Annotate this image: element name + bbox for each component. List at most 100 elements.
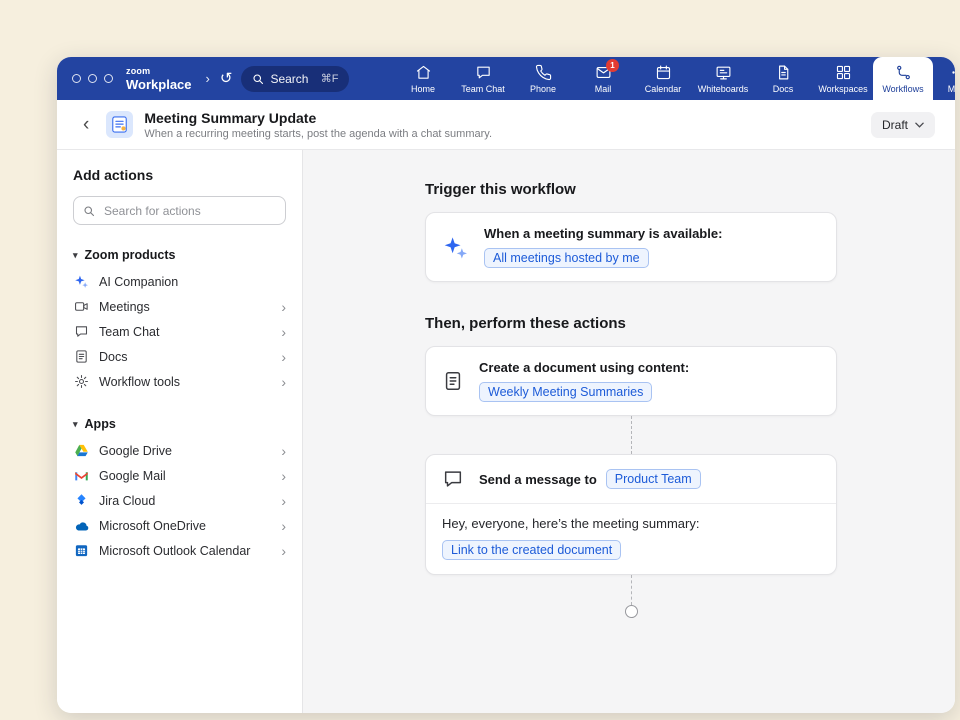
ai-sparkle-icon <box>442 234 469 261</box>
team-chat-icon <box>475 64 492 81</box>
sidebar-item-ai-companion[interactable]: AI Companion <box>73 269 286 294</box>
workflow-tools-icon <box>73 373 90 390</box>
action-card-create-document[interactable]: Create a document using content: Weekly … <box>425 346 837 416</box>
docs-icon <box>775 64 792 81</box>
chevron-right-icon: › <box>281 469 286 483</box>
trigger-scope-chip[interactable]: All meetings hosted by me <box>484 248 649 268</box>
flow-connector <box>631 416 632 454</box>
flow-connector <box>631 575 632 605</box>
caret-down-icon: ▾ <box>73 250 78 261</box>
chevron-right-icon: › <box>281 444 286 458</box>
docs-icon <box>73 348 90 365</box>
nav-item-workflows[interactable]: Workflows <box>873 57 933 100</box>
action-card-send-message[interactable]: Send a message to Product Team Hey, ever… <box>425 454 837 575</box>
sidebar-item-docs[interactable]: Docs › <box>73 344 286 369</box>
workflow-column: Trigger this workflow When a meeting sum… <box>425 150 837 618</box>
logo-workplace-text: Workplace <box>126 78 192 91</box>
message-link-chip[interactable]: Link to the created document <box>442 540 621 560</box>
nav-item-home[interactable]: Home <box>393 57 453 100</box>
onedrive-icon <box>73 517 90 534</box>
workspaces-icon <box>835 64 852 81</box>
zoom-workplace-logo: zoom Workplace <box>126 67 192 91</box>
workflow-canvas: Trigger this workflow When a meeting sum… <box>303 150 955 713</box>
add-step-node[interactable] <box>625 605 638 618</box>
history-icon[interactable]: ↺ <box>220 71 233 86</box>
caret-down-icon: ▾ <box>73 419 78 430</box>
section-header-apps[interactable]: ▾ Apps <box>73 414 286 438</box>
back-button[interactable]: ‹ <box>83 115 89 134</box>
jira-cloud-icon <box>73 492 90 509</box>
message-body-text: Hey, everyone, here’s the meeting summar… <box>442 516 820 531</box>
workflow-titles: Meeting Summary Update When a recurring … <box>144 110 492 140</box>
google-mail-icon <box>73 467 90 484</box>
chevron-right-icon: › <box>281 300 286 314</box>
search-icon <box>83 205 95 217</box>
sidebar-item-microsoft-outlook-calendar[interactable]: Microsoft Outlook Calendar › <box>73 538 286 563</box>
document-icon <box>442 370 464 392</box>
search-shortcut: ⌘F <box>321 72 339 85</box>
calendar-icon <box>655 64 672 81</box>
chevron-right-icon: › <box>281 375 286 389</box>
chevron-right-icon[interactable]: › <box>206 71 210 86</box>
sidebar-item-google-drive[interactable]: Google Drive › <box>73 438 286 463</box>
nav-item-mail[interactable]: 1 Mail <box>573 57 633 100</box>
page-subtitle: When a recurring meeting starts, post th… <box>144 128 492 140</box>
nav-item-workspaces[interactable]: Workspaces <box>813 57 873 100</box>
sidebar-section-apps: ▾ Apps Google Drive › Goog <box>73 414 286 563</box>
workflows-icon <box>895 64 912 81</box>
sidebar-item-google-mail[interactable]: Google Mail › <box>73 463 286 488</box>
whiteboards-icon <box>715 64 732 81</box>
sidebar-section-zoom-products: ▾ Zoom products AI Companion Meetings <box>73 245 286 394</box>
chevron-right-icon: › <box>281 544 286 558</box>
window-control-dot[interactable] <box>72 74 81 83</box>
screen-background: zoom Workplace › ↺ Search ⌘F Home Team C… <box>0 0 960 720</box>
actions-search-input[interactable] <box>102 203 276 219</box>
actions-heading: Then, perform these actions <box>425 315 837 332</box>
topbar-nav: Home Team Chat Phone 1 Mail Calend <box>393 57 955 100</box>
google-drive-icon <box>73 442 90 459</box>
window-control-dot[interactable] <box>104 74 113 83</box>
topbar: zoom Workplace › ↺ Search ⌘F Home Team C… <box>57 57 955 100</box>
nav-item-phone[interactable]: Phone <box>513 57 573 100</box>
chevron-right-icon: › <box>281 350 286 364</box>
nav-item-calendar[interactable]: Calendar <box>633 57 693 100</box>
global-search[interactable]: Search ⌘F <box>241 66 349 92</box>
nav-item-whiteboards[interactable]: Whiteboards <box>693 57 753 100</box>
sidebar-item-team-chat[interactable]: Team Chat › <box>73 319 286 344</box>
trigger-text: When a meeting summary is available: <box>484 226 722 241</box>
sidebar-item-meetings[interactable]: Meetings › <box>73 294 286 319</box>
workflow-summary-icon <box>106 111 133 138</box>
sidebar: Add actions ▾ Zoom products AI <box>57 150 303 713</box>
ai-companion-icon <box>73 273 90 290</box>
action2-text: Send a message to <box>479 472 597 487</box>
search-placeholder: Search <box>270 72 314 86</box>
chevron-down-icon <box>915 122 924 128</box>
trigger-heading: Trigger this workflow <box>425 181 837 198</box>
draft-status-dropdown[interactable]: Draft <box>871 112 935 138</box>
page-title: Meeting Summary Update <box>144 110 492 126</box>
window-control-dot[interactable] <box>88 74 97 83</box>
status-badge: Draft <box>882 118 908 132</box>
sidebar-item-microsoft-onedrive[interactable]: Microsoft OneDrive › <box>73 513 286 538</box>
mail-badge: 1 <box>606 59 619 72</box>
workflow-header: ‹ Meeting Summary Update When a recurrin… <box>57 100 955 150</box>
actions-search[interactable] <box>73 196 286 225</box>
chevron-right-icon: › <box>281 519 286 533</box>
nav-item-more[interactable]: More <box>933 57 955 100</box>
chevron-right-icon: › <box>281 325 286 339</box>
app-window: zoom Workplace › ↺ Search ⌘F Home Team C… <box>57 57 955 713</box>
nav-item-team-chat[interactable]: Team Chat <box>453 57 513 100</box>
logo-zoom-text: zoom <box>126 67 192 76</box>
team-chat-icon <box>73 323 90 340</box>
sidebar-item-workflow-tools[interactable]: Workflow tools › <box>73 369 286 394</box>
sidebar-item-jira-cloud[interactable]: Jira Cloud › <box>73 488 286 513</box>
nav-item-docs[interactable]: Docs <box>753 57 813 100</box>
action1-text: Create a document using content: <box>479 360 689 375</box>
window-controls <box>72 74 113 83</box>
action1-content-chip[interactable]: Weekly Meeting Summaries <box>479 382 652 402</box>
home-icon <box>415 64 432 81</box>
action2-recipient-chip[interactable]: Product Team <box>606 469 701 489</box>
sidebar-title: Add actions <box>73 167 286 183</box>
trigger-card[interactable]: When a meeting summary is available: All… <box>425 212 837 282</box>
section-header-zoom-products[interactable]: ▾ Zoom products <box>73 245 286 269</box>
